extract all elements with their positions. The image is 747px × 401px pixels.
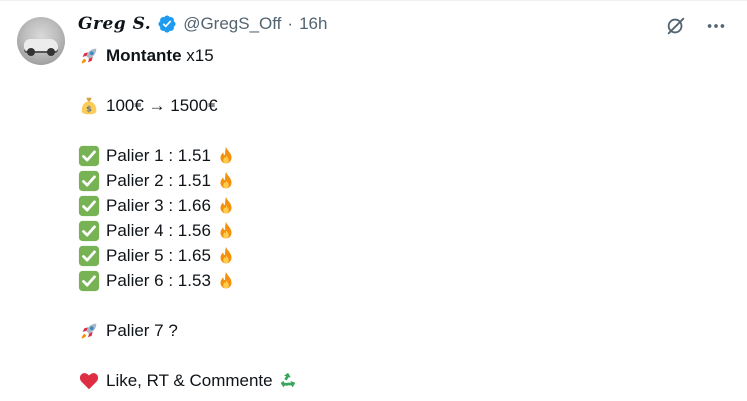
- check-mark-icon: [78, 270, 100, 291]
- next-palier-line: Palier 7 ?: [78, 318, 299, 343]
- cta-line: Like, RT & Commente: [78, 368, 299, 393]
- money-bag-icon: $: [81, 97, 97, 114]
- tweet-header: Greg S. @GregS_Off · 16h: [78, 14, 327, 34]
- check-mark-icon: [78, 220, 100, 241]
- fire-icon: [220, 221, 232, 238]
- author-name[interactable]: Greg S.: [78, 14, 151, 34]
- recycle-icon: [280, 372, 295, 387]
- rocket-icon: [81, 323, 97, 338]
- palier-item: Palier 3 : 1.66: [78, 193, 299, 218]
- palier-text: Palier 2 : 1.51: [106, 171, 211, 190]
- palier-item: Palier 2 : 1.51: [78, 168, 299, 193]
- next-palier-text: Palier 7 ?: [106, 321, 178, 340]
- title-bold: Montante: [106, 46, 182, 65]
- palier-text: Palier 5 : 1.65: [106, 246, 211, 265]
- fire-icon: [220, 146, 232, 163]
- post-time[interactable]: 16h: [299, 14, 327, 34]
- fire-icon: [220, 246, 232, 263]
- check-mark-icon: [78, 245, 100, 266]
- palier-item: Palier 4 : 1.56: [78, 218, 299, 243]
- stake-text: 100€ → 1500€: [106, 96, 218, 115]
- more-options-icon[interactable]: [705, 15, 727, 37]
- palier-item: Palier 6 : 1.53: [78, 268, 299, 293]
- palier-list: Palier 1 : 1.51 Palier 2 : 1.51 Palier 3 :…: [78, 143, 299, 293]
- palier-item: Palier 1 : 1.51: [78, 143, 299, 168]
- palier-text: Palier 6 : 1.53: [106, 271, 211, 290]
- palier-text: Palier 3 : 1.66: [106, 196, 211, 215]
- verified-badge-icon: [158, 15, 176, 33]
- title-multiplier: x15: [181, 46, 214, 65]
- tweet-card[interactable]: Greg S. @GregS_Off · 16h Montante x15 $ …: [0, 0, 747, 401]
- red-heart-icon: [79, 372, 99, 389]
- title-line: Montante x15: [78, 43, 299, 68]
- palier-text: Palier 1 : 1.51: [106, 146, 211, 165]
- fire-icon: [220, 271, 232, 288]
- check-mark-icon: [78, 170, 100, 191]
- author-handle[interactable]: @GregS_Off: [183, 14, 281, 34]
- cta-text: Like, RT & Commente: [106, 371, 273, 390]
- svg-text:$: $: [86, 103, 92, 113]
- rocket-icon: [81, 48, 97, 63]
- fire-icon: [220, 171, 232, 188]
- tweet-actions: [665, 15, 727, 37]
- check-mark-icon: [78, 195, 100, 216]
- palier-item: Palier 5 : 1.65: [78, 243, 299, 268]
- palier-text: Palier 4 : 1.56: [106, 221, 211, 240]
- avatar[interactable]: [17, 17, 65, 65]
- check-mark-icon: [78, 145, 100, 166]
- fire-icon: [220, 196, 232, 213]
- grok-icon[interactable]: [665, 15, 687, 37]
- separator-dot: ·: [287, 14, 294, 33]
- stake-line: $ 100€ → 1500€: [78, 93, 299, 118]
- tweet-body: Montante x15 $ 100€ → 1500€ Palier 1 : 1…: [78, 43, 299, 393]
